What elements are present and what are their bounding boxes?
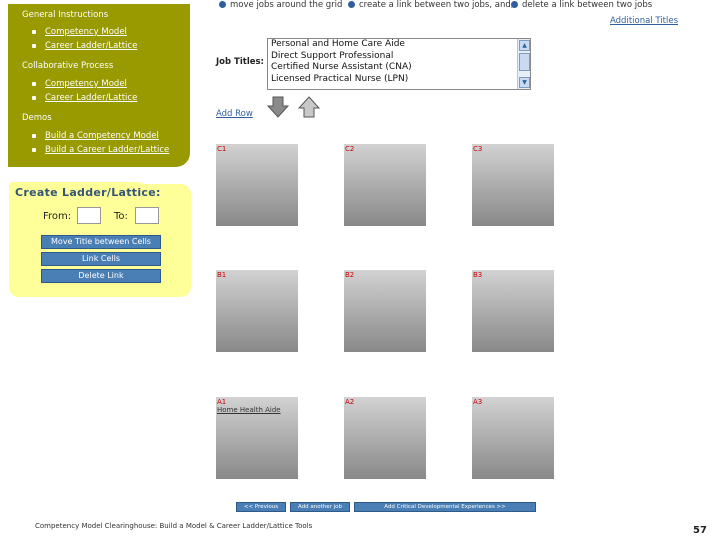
previous-button[interactable]: << Previous — [236, 502, 286, 512]
cell-label-b1: B1 — [217, 271, 227, 279]
job-title-option[interactable]: Direct Support Professional — [268, 51, 530, 63]
bullet-icon — [32, 96, 36, 100]
move-title-button[interactable]: Move Title between Cells — [41, 235, 161, 249]
bullet-dot-icon — [219, 1, 226, 8]
general-instructions-list: Competency Model Career Ladder/Lattice — [32, 25, 137, 53]
general-instructions-heading: General Instructions — [22, 10, 109, 20]
job-title-option[interactable]: Licensed Practical Nurse (LPN) — [268, 74, 530, 86]
footer-caption: Competency Model Clearinghouse: Build a … — [35, 522, 313, 530]
job-title-option[interactable]: Personal and Home Care Aide — [268, 39, 530, 51]
additional-titles-link[interactable]: Additional Titles — [610, 16, 678, 26]
job-title-option[interactable]: Certified Nurse Assistant (CNA) — [268, 62, 530, 74]
add-critical-experiences-button[interactable]: Add Critical Developmental Experiences >… — [354, 502, 536, 512]
bullet-icon — [32, 30, 36, 34]
link-cells-button[interactable]: Link Cells — [41, 252, 161, 266]
grid-cell-b3[interactable] — [472, 270, 554, 352]
demos-list: Build a Competency Model Build a Career … — [32, 129, 169, 157]
scrollbar-thumb[interactable] — [519, 53, 530, 71]
cell-label-c1: C1 — [217, 145, 227, 153]
nav-item-collab-ladder[interactable]: Career Ladder/Lattice — [32, 91, 137, 105]
to-label: To: — [114, 211, 128, 222]
grid-cell-b1[interactable] — [216, 270, 298, 352]
grid-cell-c3[interactable] — [472, 144, 554, 226]
cell-label-a3: A3 — [473, 398, 483, 406]
collaborative-process-heading: Collaborative Process — [22, 61, 114, 71]
to-input[interactable] — [135, 207, 159, 224]
nav-item-competency-model[interactable]: Competency Model — [32, 25, 137, 39]
nav-link-build-competency[interactable]: Build a Competency Model — [45, 131, 159, 141]
left-nav-panel: General Instructions Competency Model Ca… — [8, 4, 190, 167]
collaborative-process-list: Competency Model Career Ladder/Lattice — [32, 77, 137, 105]
grid-cell-a3[interactable] — [472, 397, 554, 479]
add-another-job-button[interactable]: Add another job — [290, 502, 350, 512]
instruction-text: move jobs around the grid — [230, 0, 343, 10]
grid-cell-c1[interactable] — [216, 144, 298, 226]
instruction-delete-link: delete a link between two jobs — [511, 0, 652, 10]
instruction-text: create a link between two jobs, and; — [359, 0, 514, 10]
cell-label-c2: C2 — [345, 145, 355, 153]
bullet-dot-icon — [511, 1, 518, 8]
from-label: From: — [43, 211, 72, 222]
cell-label-b3: B3 — [473, 271, 483, 279]
scroll-down-icon[interactable]: ▼ — [519, 77, 530, 88]
create-ladder-panel: Create Ladder/Lattice: From: To: Move Ti… — [9, 182, 191, 297]
job-titles-label: Job Titles: — [216, 57, 264, 67]
create-ladder-title: Create Ladder/Lattice: — [15, 186, 161, 199]
nav-item-collab-competency[interactable]: Competency Model — [32, 77, 137, 91]
nav-link-career-ladder[interactable]: Career Ladder/Lattice — [45, 41, 137, 51]
grid-cell-c2[interactable] — [344, 144, 426, 226]
nav-item-career-ladder[interactable]: Career Ladder/Lattice — [32, 39, 137, 53]
grid-cell-b2[interactable] — [344, 270, 426, 352]
nav-item-build-ladder[interactable]: Build a Career Ladder/Lattice — [32, 143, 169, 157]
nav-link-build-ladder[interactable]: Build a Career Ladder/Lattice — [45, 145, 169, 155]
arrow-down-icon[interactable] — [267, 96, 289, 118]
cell-label-a1: A1 — [217, 398, 227, 406]
instruction-create-link: create a link between two jobs, and; — [348, 0, 514, 10]
bullet-icon — [32, 44, 36, 48]
instruction-text: delete a link between two jobs — [522, 0, 653, 10]
bullet-icon — [32, 148, 36, 152]
cell-label-c3: C3 — [473, 145, 483, 153]
listbox-scrollbar[interactable]: ▲ ▼ — [517, 39, 530, 89]
cell-label-a2: A2 — [345, 398, 355, 406]
bullet-dot-icon — [348, 1, 355, 8]
nav-link-competency-model[interactable]: Competency Model — [45, 27, 127, 37]
nav-link-collab-competency[interactable]: Competency Model — [45, 79, 127, 89]
grid-cell-a2[interactable] — [344, 397, 426, 479]
cell-job-home-health-aide[interactable]: Home Health Aide — [217, 406, 281, 414]
delete-link-button[interactable]: Delete Link — [41, 269, 161, 283]
bullet-icon — [32, 134, 36, 138]
scroll-up-icon[interactable]: ▲ — [519, 40, 530, 51]
cell-label-b2: B2 — [345, 271, 355, 279]
bullet-icon — [32, 82, 36, 86]
page-number: 57 — [693, 525, 707, 536]
job-titles-listbox[interactable]: Personal and Home Care Aide Direct Suppo… — [267, 38, 531, 90]
instruction-move-jobs: move jobs around the grid — [219, 0, 342, 10]
arrow-up-icon[interactable] — [298, 96, 320, 118]
nav-item-build-competency[interactable]: Build a Competency Model — [32, 129, 169, 143]
nav-link-collab-ladder[interactable]: Career Ladder/Lattice — [45, 93, 137, 103]
demos-heading: Demos — [22, 113, 52, 123]
add-row-link[interactable]: Add Row — [216, 109, 253, 119]
from-input[interactable] — [77, 207, 101, 224]
